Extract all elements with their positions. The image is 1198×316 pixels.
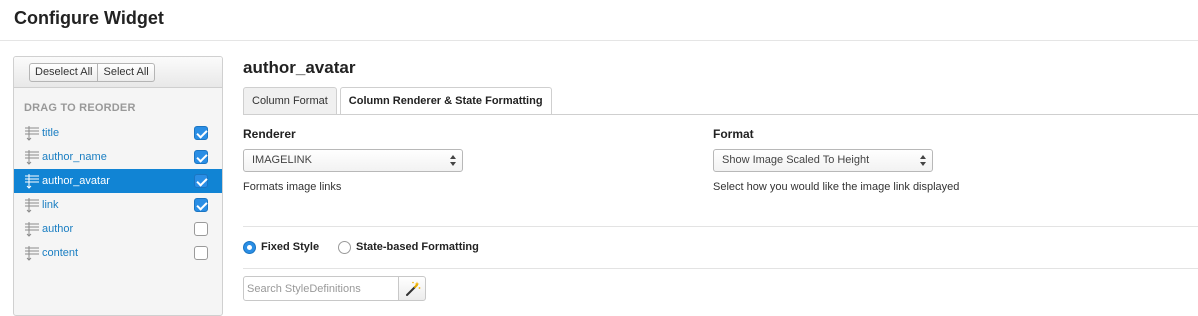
field-item[interactable]: title (14, 121, 222, 145)
tab-bar: Column Format Column Renderer & State Fo… (243, 87, 555, 115)
format-label: Format (713, 127, 754, 141)
field-item[interactable]: author_name (14, 145, 222, 169)
dialog-title: Configure Widget (14, 8, 164, 28)
fixed-style-label[interactable]: Fixed Style (261, 241, 319, 253)
deselect-all-button[interactable]: Deselect All (29, 63, 99, 82)
sidebar-toolbar: Deselect All Select All (14, 57, 222, 88)
field-item-label: content (42, 247, 79, 259)
field-item-label: author_avatar (42, 175, 110, 187)
state-based-label[interactable]: State-based Formatting (356, 241, 479, 253)
renderer-select[interactable]: IMAGELINK (243, 149, 463, 172)
field-item-label: link (42, 199, 59, 211)
format-select[interactable]: Show Image Scaled To Height (713, 149, 933, 172)
field-visible-checkbox[interactable] (194, 174, 208, 188)
magic-wand-icon (406, 281, 421, 296)
field-visible-checkbox[interactable] (194, 126, 208, 140)
format-select-value: Show Image Scaled To Height (722, 154, 870, 166)
selection-button-group: Deselect All Select All (29, 63, 155, 82)
renderer-select-value: IMAGELINK (252, 154, 312, 166)
drag-handle-icon[interactable] (24, 245, 40, 261)
state-based-radio[interactable] (338, 241, 351, 254)
field-sidebar: Deselect All Select All DRAG TO REORDER … (13, 56, 223, 316)
field-visible-checkbox[interactable] (194, 198, 208, 212)
field-visible-checkbox[interactable] (194, 246, 208, 260)
renderer-label: Renderer (243, 127, 296, 141)
field-item[interactable]: link (14, 193, 222, 217)
field-item[interactable]: content (14, 241, 222, 265)
section-divider (243, 268, 1198, 269)
renderer-help-text: Formats image links (243, 181, 342, 193)
tab-underline (243, 114, 1198, 115)
dialog-header: Configure Widget (0, 0, 1198, 41)
field-title: author_avatar (243, 58, 356, 77)
tab-column-format[interactable]: Column Format (243, 87, 337, 115)
drag-handle-icon[interactable] (24, 149, 40, 165)
field-item[interactable]: author_avatar (14, 169, 222, 193)
select-all-button[interactable]: Select All (98, 63, 155, 82)
field-visible-checkbox[interactable] (194, 222, 208, 236)
field-list: title author_name author_avatarlink author c… (14, 121, 222, 265)
drag-to-reorder-heading: DRAG TO REORDER (24, 102, 136, 114)
field-visible-checkbox[interactable] (194, 150, 208, 164)
field-item-label: author_name (42, 151, 107, 163)
field-item[interactable]: author (14, 217, 222, 241)
select-arrows-icon (450, 155, 456, 166)
style-search-input[interactable] (243, 276, 399, 301)
drag-handle-icon[interactable] (24, 197, 40, 213)
fixed-style-radio[interactable] (243, 241, 256, 254)
field-item-label: author (42, 223, 74, 235)
select-arrows-icon (920, 155, 926, 166)
format-help-text: Select how you would like the image link… (713, 181, 960, 193)
tab-column-renderer[interactable]: Column Renderer & State Formatting (339, 87, 552, 115)
magic-wand-button[interactable] (398, 276, 426, 301)
drag-handle-icon[interactable] (24, 173, 40, 189)
drag-handle-icon[interactable] (24, 221, 40, 237)
drag-handle-icon[interactable] (24, 125, 40, 141)
section-divider (243, 226, 1198, 227)
field-item-label: title (42, 127, 60, 139)
